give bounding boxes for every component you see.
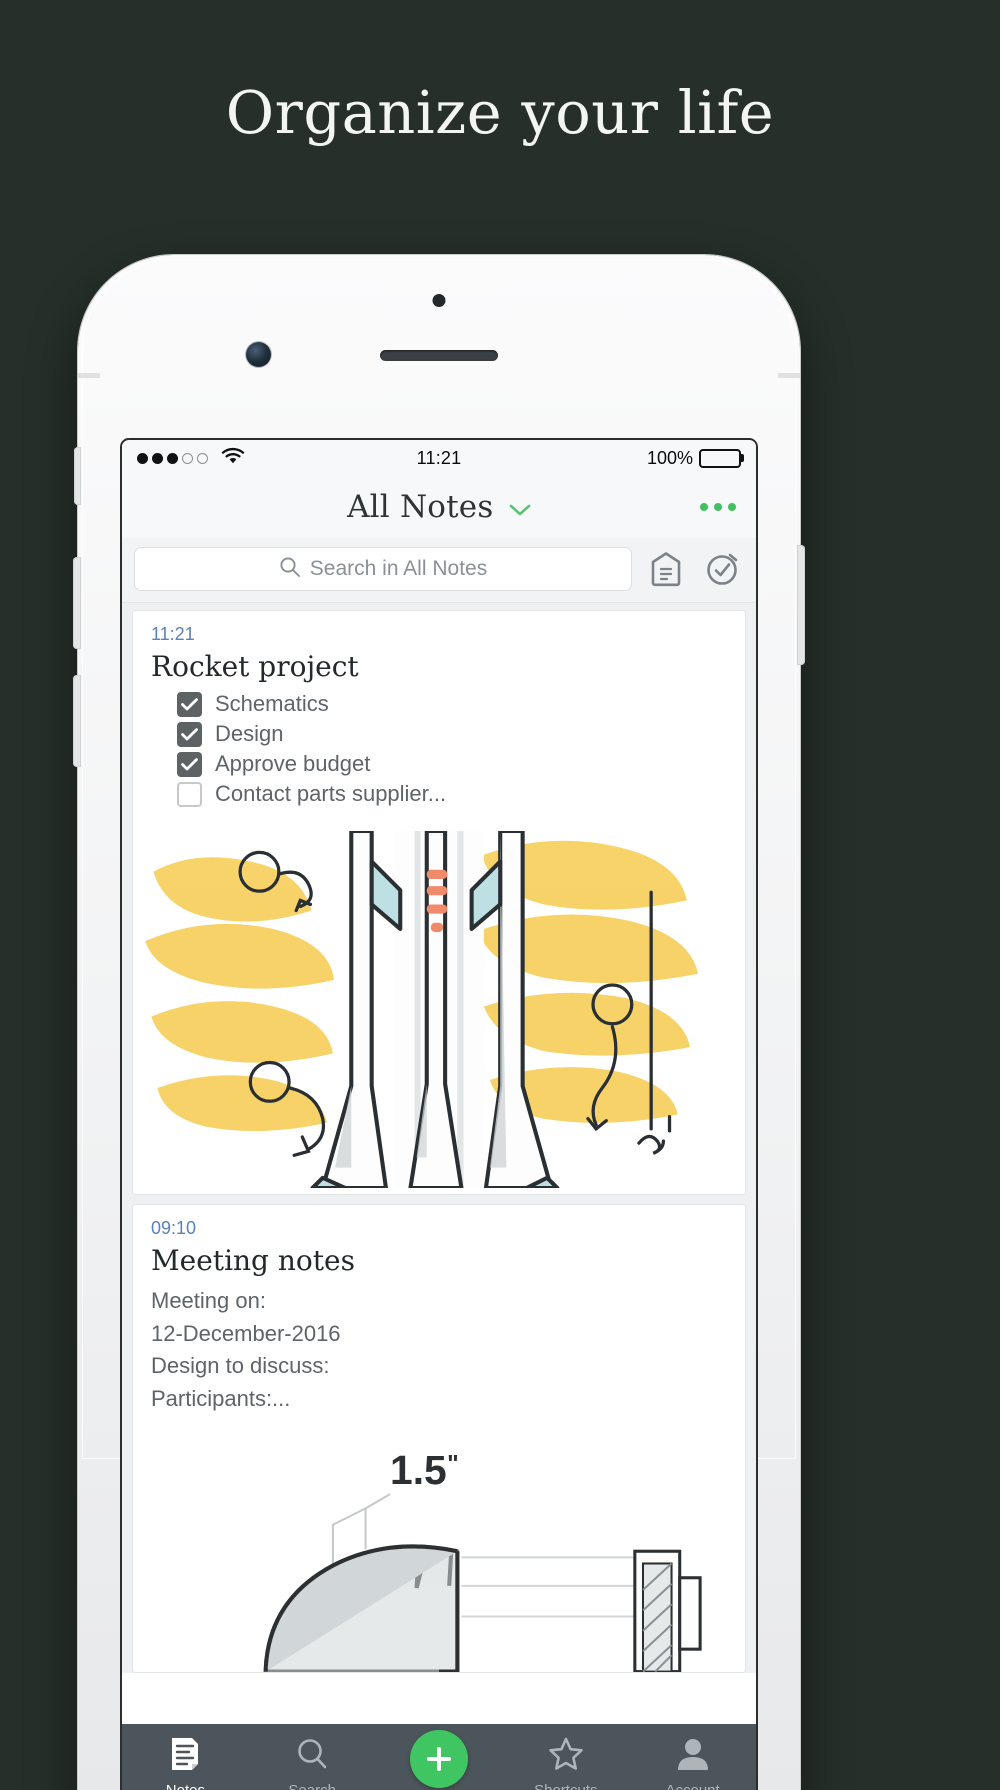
page-title: Organize your life [225,78,775,147]
more-dot-1 [700,503,708,511]
volume-up-button[interactable] [73,557,81,649]
checklist-item-label: Contact parts supplier... [215,781,447,806]
notes-list[interactable]: 11:21 Rocket project Schematics Design A… [122,603,756,1673]
note-card[interactable]: 11:21 Rocket project Schematics Design A… [132,610,746,1195]
bottom-tab-bar: Notes Search [122,1724,756,1790]
volume-down-button[interactable] [73,675,81,767]
promo-screenshot: Organize your life 11:21 100% All Notes … [0,0,1000,1790]
checkbox-checked-icon[interactable] [177,751,202,777]
notebook-selector[interactable]: All Notes [347,489,531,525]
tab-shortcuts[interactable]: Shortcuts [502,1736,629,1790]
tab-label: Search [288,1782,336,1790]
mute-switch[interactable] [74,447,81,505]
search-icon [295,1736,329,1777]
note-body-line: Participants:... [151,1385,291,1411]
phone-device-mockup: 11:21 100% All Notes Search in All Notes… [73,255,805,1790]
checklist-item[interactable]: Schematics [133,689,745,719]
phone-screen: 11:21 100% All Notes Search in All Notes… [120,438,758,1790]
more-dot-3 [728,503,736,511]
antenna-line-right [778,373,800,378]
tab-label: Account [665,1782,719,1790]
proximity-sensor [432,294,446,307]
tag-icon[interactable] [644,547,688,591]
svg-text:": " [447,1451,459,1478]
checklist-item[interactable]: Approve budget [133,749,745,779]
power-button[interactable] [797,545,805,665]
battery-cap [741,454,744,462]
tab-account[interactable]: Account [629,1736,756,1790]
note-timestamp: 11:21 [151,624,195,644]
more-horizontal-icon[interactable] [700,503,736,511]
checkbox-checked-icon[interactable] [177,721,202,747]
note-title: Meeting notes [151,1244,355,1277]
front-camera-icon [246,342,271,367]
note-title: Rocket project [151,650,359,683]
svg-text:1.5: 1.5 [390,1447,447,1493]
note-attachment-gear-blueprint-sketch[interactable]: 1.5 " [133,1413,745,1672]
antenna-line-left [78,373,100,378]
tab-label: Shortcuts [534,1782,597,1790]
note-timestamp: 09:10 [151,1218,197,1238]
checklist-item[interactable]: Contact parts supplier... [133,779,745,809]
checklist-item-label: Approve budget [215,751,371,776]
note-body-line: Design to discuss: [151,1353,330,1379]
person-icon [676,1736,710,1777]
battery-full-icon [699,448,744,468]
tab-label: Notes [166,1782,205,1790]
status-clock: 11:21 [416,447,462,468]
search-row: Search in All Notes [122,538,756,603]
status-bar: 11:21 100% [122,440,756,476]
checklist-item[interactable]: Design [133,719,745,749]
chevron-down-icon [509,503,531,522]
nav-title: All Notes [347,489,494,525]
tab-notes[interactable]: Notes [122,1736,249,1790]
notes-icon [168,1736,202,1777]
search-input[interactable]: Search in All Notes [134,547,632,591]
alarm-clock-icon[interactable] [700,547,744,591]
search-icon [279,556,301,583]
note-body-line: 12-December-2016 [151,1320,341,1346]
note-card[interactable]: 09:10 Meeting notes Meeting on: 12-Decem… [132,1204,746,1673]
search-placeholder: Search in All Notes [309,557,488,580]
checklist-item-label: Schematics [215,691,329,716]
note-body-line: Meeting on: [151,1288,266,1313]
plus-icon[interactable] [409,1730,468,1788]
nav-bar: All Notes [122,476,756,538]
note-attachment-rocket-sketch[interactable] [133,809,745,1194]
checklist-item-label: Design [215,721,284,746]
earpiece-speaker [380,350,498,361]
checkbox-checked-icon[interactable] [177,691,202,717]
tab-search[interactable]: Search [249,1736,376,1790]
more-dot-2 [714,503,722,511]
tab-new-note[interactable] [376,1730,503,1790]
star-icon [548,1736,584,1777]
checkbox-unchecked-icon[interactable] [177,781,202,807]
